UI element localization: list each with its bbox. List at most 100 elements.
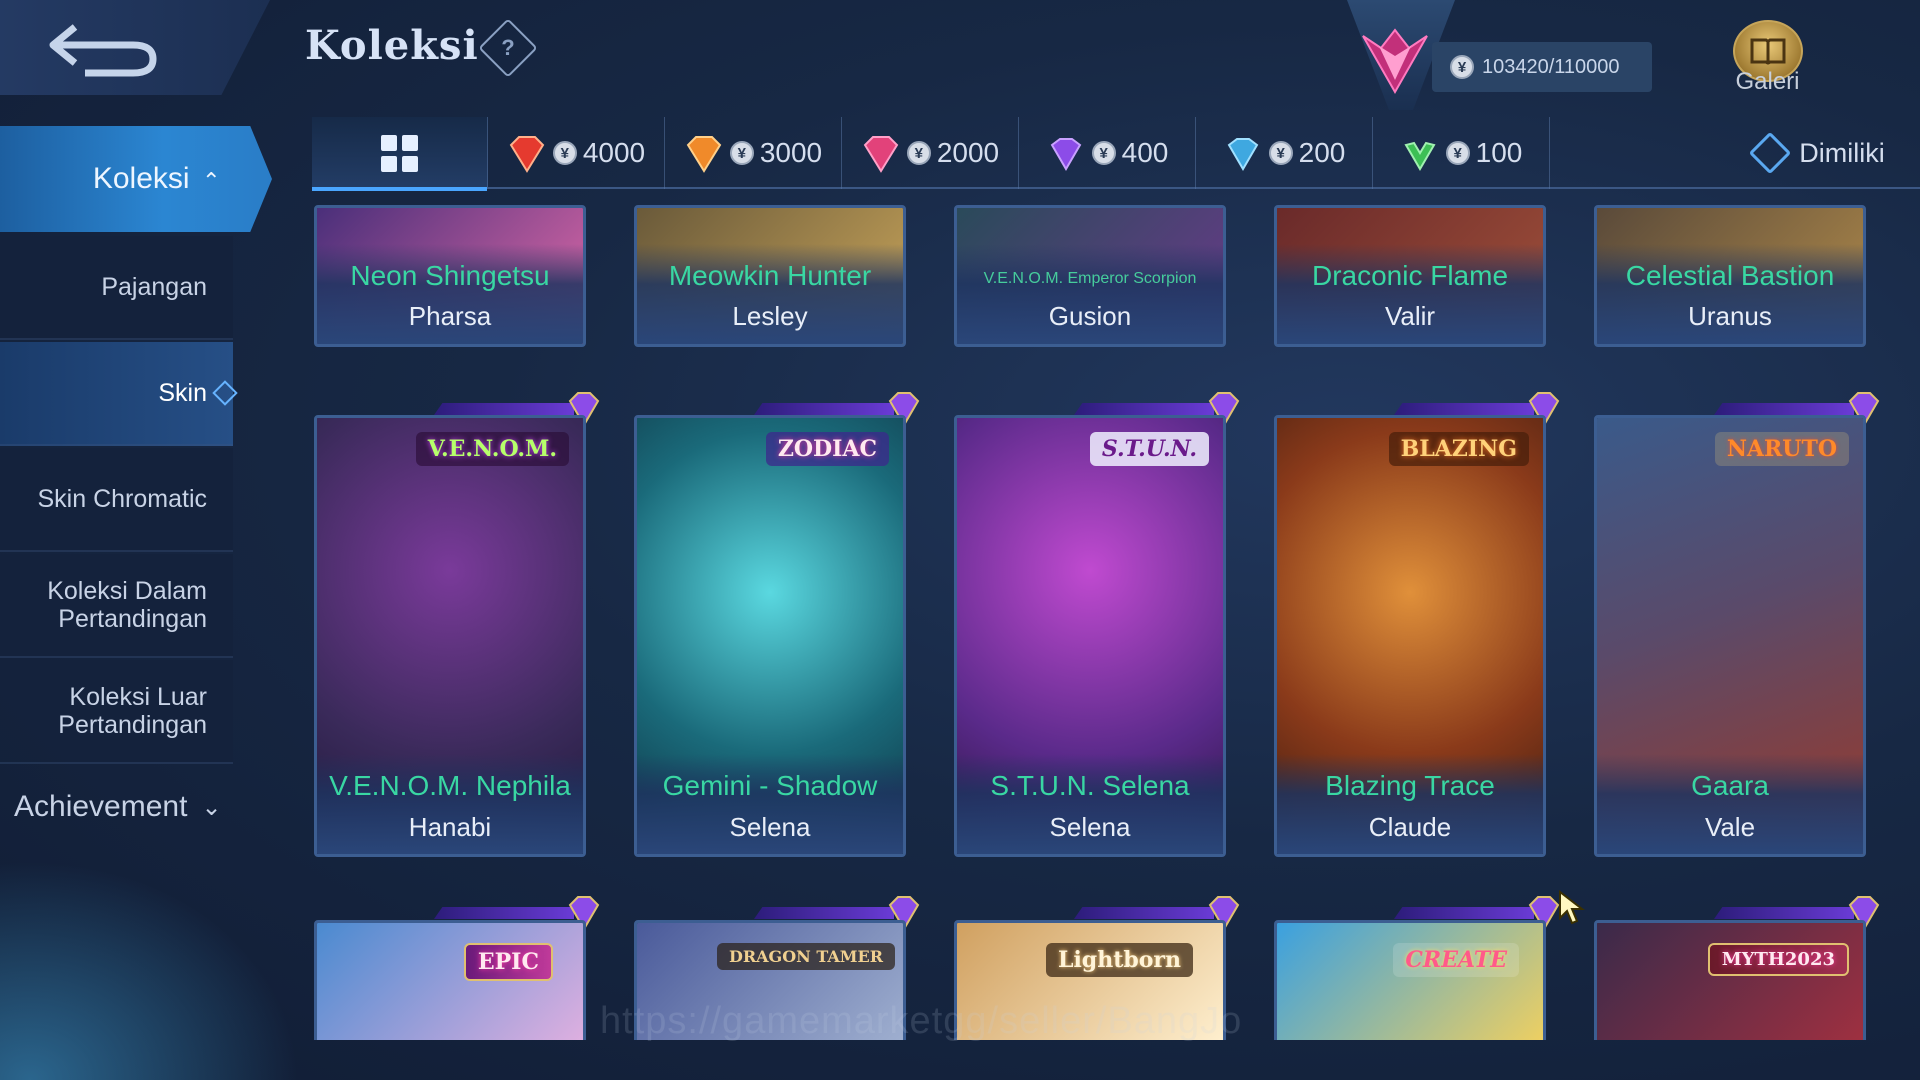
skin-card[interactable]: Neon Shingetsu Pharsa: [314, 205, 586, 347]
skin-grid: Neon Shingetsu Pharsa Meowkin Hunter Les…: [312, 205, 1920, 1040]
sidebar-item-pajangan[interactable]: Pajangan: [0, 236, 233, 340]
series-badge: S.T.U.N.: [1089, 432, 1209, 466]
skin-name: V.E.N.O.M. Emperor Scorpion: [983, 270, 1197, 287]
rank-badge-icon: [1362, 28, 1428, 95]
watermark-text: https://gamemarketgg/seller/BangJo: [600, 1000, 1243, 1042]
skin-card[interactable]: ZODIAC Gemini - Shadow Selena: [634, 415, 906, 857]
owned-label: Dimiliki: [1799, 137, 1885, 168]
decorative-glow: [0, 860, 300, 1080]
tab-400[interactable]: ¥ 400: [1019, 117, 1196, 189]
achievement-label: Achievement: [14, 790, 188, 823]
skin-card[interactable]: MYTH2023: [1594, 920, 1866, 1040]
skin-card[interactable]: BLAZING Blazing Trace Claude: [1274, 415, 1546, 857]
sidebar-item-label: Pajangan: [101, 273, 207, 301]
series-badge: BLAZING: [1388, 432, 1529, 466]
series-badge: Lightborn: [1045, 943, 1193, 977]
series-badge: DRAGON TAMER: [716, 943, 895, 970]
sidebar-item-label: Koleksi Luar Pertandingan: [58, 683, 207, 739]
hero-name: Vale: [1704, 812, 1756, 842]
coin-icon: ¥: [1445, 141, 1470, 165]
page-title: Koleksi: [305, 22, 479, 69]
series-badge: EPIC: [463, 943, 553, 981]
sidebar-item-label: Skin Chromatic: [37, 485, 208, 513]
skin-name: Draconic Flame: [1311, 260, 1509, 291]
mouse-cursor-icon: [1559, 890, 1585, 925]
skin-name: Neon Shingetsu: [350, 260, 550, 291]
tab-value: 4000: [582, 137, 646, 168]
series-badge: V.E.N.O.M.: [415, 432, 569, 466]
filter-tabs: ¥ 4000 ¥ 3000 ¥ 2000 ¥ 400 ¥ 200 ¥ 100 D…: [312, 117, 1920, 191]
owned-diamond-icon: [1749, 131, 1792, 175]
pink-gem-icon: [863, 136, 899, 173]
hero-name: Lesley: [732, 301, 808, 331]
series-badge: ZODIAC: [765, 432, 889, 466]
series-badge: MYTH2023: [1707, 943, 1849, 976]
skin-name: Celestial Bastion: [1625, 260, 1835, 291]
skin-art: [1597, 923, 1863, 1040]
coin-icon: ¥: [1268, 141, 1293, 165]
sidebar-item-label: Koleksi Dalam Pertandingan: [47, 577, 207, 633]
back-arrow-icon: [49, 23, 157, 76]
galeri-button[interactable]: Galeri: [1720, 20, 1815, 108]
tab-3000[interactable]: ¥ 3000: [665, 117, 842, 189]
hero-name: Valir: [1384, 301, 1436, 331]
blue-gem-icon: [1227, 138, 1258, 171]
points-value: 103420/110000: [1482, 55, 1620, 78]
skin-art: [317, 923, 583, 1040]
collection-points: ¥ 103420/110000: [1432, 42, 1652, 92]
skin-card[interactable]: Draconic Flame Valir: [1274, 205, 1546, 347]
tab-200[interactable]: ¥ 200: [1196, 117, 1373, 189]
grid-icon: [381, 134, 418, 172]
hero-name: Pharsa: [408, 301, 492, 331]
sidebar-item-koleksi-luar[interactable]: Koleksi Luar Pertandingan: [0, 660, 233, 764]
skin-name: Meowkin Hunter: [668, 260, 872, 291]
skin-card[interactable]: NARUTO Gaara Vale: [1594, 415, 1866, 857]
skin-name: S.T.U.N. Selena: [990, 770, 1190, 801]
coin-icon: ¥: [1450, 55, 1474, 79]
sidebar-koleksi-header[interactable]: Koleksi ⌄: [0, 126, 272, 232]
tab-value: 100: [1475, 137, 1523, 168]
sidebar-item-skin-chromatic[interactable]: Skin Chromatic: [0, 448, 233, 552]
tab-value: 2000: [936, 137, 1000, 168]
sidebar-item-koleksi-dalam[interactable]: Koleksi Dalam Pertandingan: [0, 554, 233, 658]
skin-name: V.E.N.O.M. Nephila: [329, 770, 571, 801]
skin-card[interactable]: EPIC: [314, 920, 586, 1040]
help-icon[interactable]: ?: [478, 18, 538, 78]
tab-value: 400: [1121, 137, 1169, 168]
green-gem-icon: [1404, 141, 1436, 171]
skin-art: [1277, 923, 1543, 1040]
sidebar-item-label: Skin: [158, 379, 207, 407]
skin-card[interactable]: V.E.N.O.M. Emperor Scorpion Gusion: [954, 205, 1226, 347]
sidebar-achievement[interactable]: Achievement ⌄: [14, 790, 222, 824]
purple-gem-icon: [1050, 138, 1081, 171]
tab-4000[interactable]: ¥ 4000: [488, 117, 665, 189]
hero-name: Selena: [729, 812, 811, 842]
owned-filter-toggle[interactable]: Dimiliki: [1720, 117, 1920, 189]
tab-all[interactable]: [312, 117, 488, 191]
sidebar-item-skin[interactable]: Skin: [0, 342, 233, 446]
chevron-down-icon: ⌄: [201, 793, 222, 821]
tab-value: 200: [1298, 137, 1346, 168]
skin-card[interactable]: V.E.N.O.M. V.E.N.O.M. Nephila Hanabi: [314, 415, 586, 857]
back-button[interactable]: [0, 0, 270, 95]
skin-card[interactable]: Meowkin Hunter Lesley: [634, 205, 906, 347]
skin-card[interactable]: Celestial Bastion Uranus: [1594, 205, 1866, 347]
series-badge: CREATE: [1393, 943, 1519, 977]
galeri-label: Galeri: [1735, 68, 1800, 95]
top-bar: Koleksi ? ¥ 103420/110000 Galeri: [0, 0, 1920, 110]
hero-name: Selena: [1049, 812, 1131, 842]
hero-name: Hanabi: [408, 812, 492, 842]
skin-name: Blazing Trace: [1325, 770, 1495, 801]
skin-name: Gemini - Shadow: [662, 770, 878, 801]
skin-card[interactable]: CREATE: [1274, 920, 1546, 1040]
tab-100[interactable]: ¥ 100: [1373, 117, 1550, 189]
skin-card[interactable]: S.T.U.N. S.T.U.N. Selena Selena: [954, 415, 1226, 857]
tab-2000[interactable]: ¥ 2000: [842, 117, 1019, 189]
coin-icon: ¥: [1091, 141, 1116, 165]
skin-name: Gaara: [1691, 770, 1769, 801]
sidebar: Koleksi ⌄ Pajangan Skin Skin Chromatic K…: [0, 118, 280, 838]
series-badge: NARUTO: [1714, 432, 1849, 466]
red-gem-icon: [509, 136, 545, 173]
coin-icon: ¥: [729, 141, 754, 165]
coin-icon: ¥: [906, 141, 931, 165]
